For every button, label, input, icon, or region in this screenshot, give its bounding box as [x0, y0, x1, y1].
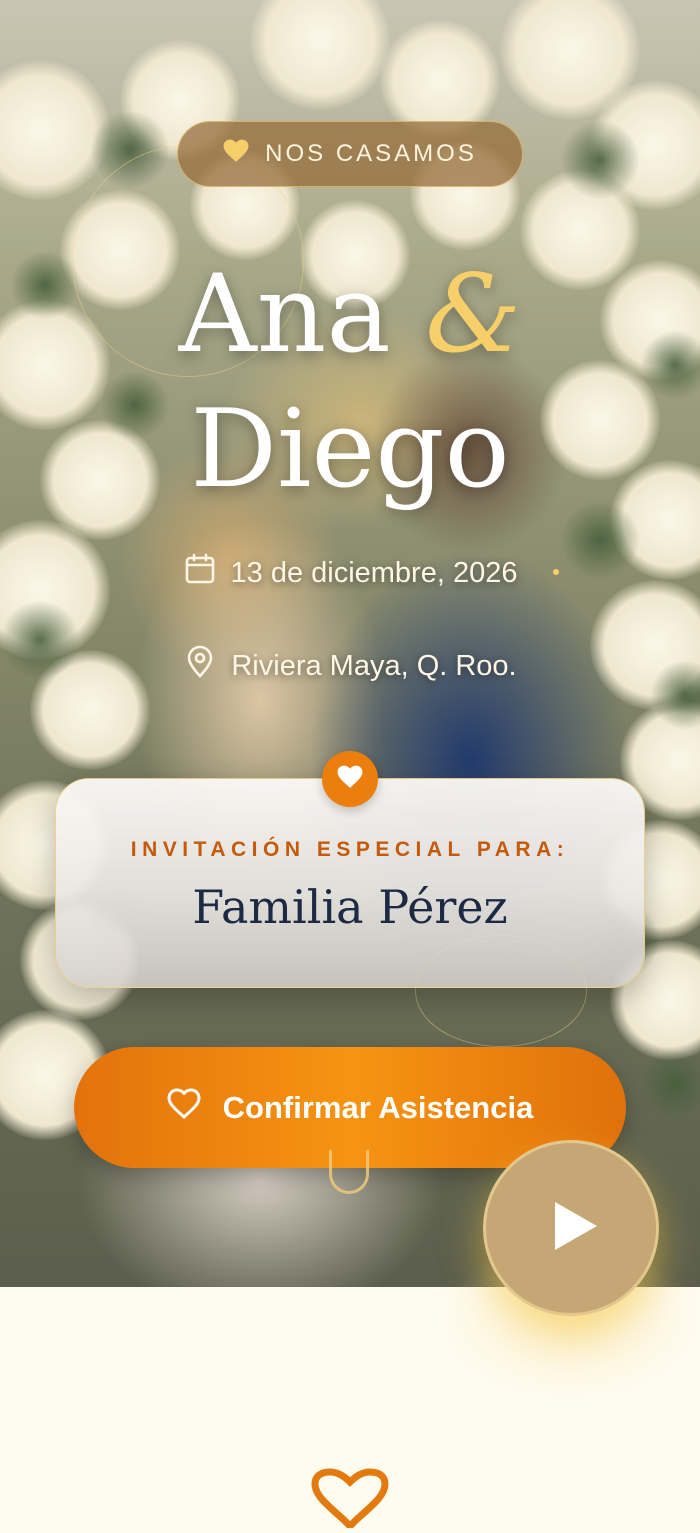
event-date: 13 de diciembre, 2026	[0, 552, 700, 594]
ampersand: &	[425, 252, 522, 377]
couple-name-first-line: Ana &	[0, 255, 700, 375]
guest-name: Familia Pérez	[192, 880, 508, 934]
event-location: Riviera Maya, Q. Roo.	[0, 645, 700, 687]
confirm-attendance-label: Confirmar Asistencia	[222, 1089, 534, 1125]
invitation-label: INVITACIÓN ESPECIAL PARA:	[130, 838, 570, 861]
location-text: Riviera Maya, Q. Roo.	[231, 649, 517, 682]
music-play-button[interactable]	[483, 1140, 659, 1316]
heart-icon	[337, 765, 363, 794]
play-icon	[543, 1200, 599, 1257]
invitation-heart-badge	[322, 751, 378, 807]
calendar-icon	[183, 552, 217, 594]
groom-name: Diego	[190, 387, 510, 512]
announcement-badge: NOS CASAMOS	[177, 121, 523, 187]
date-text: 13 de diciembre, 2026	[230, 556, 518, 589]
location-pin-icon	[183, 645, 217, 687]
decorative-dot	[553, 569, 559, 575]
scroll-indicator	[329, 1150, 369, 1194]
heart-outline-icon	[167, 1087, 201, 1128]
heart-outline-icon	[310, 1468, 390, 1531]
bride-name: Ana	[178, 252, 391, 377]
badge-text: NOS CASAMOS	[265, 140, 477, 167]
heart-icon	[223, 139, 249, 170]
